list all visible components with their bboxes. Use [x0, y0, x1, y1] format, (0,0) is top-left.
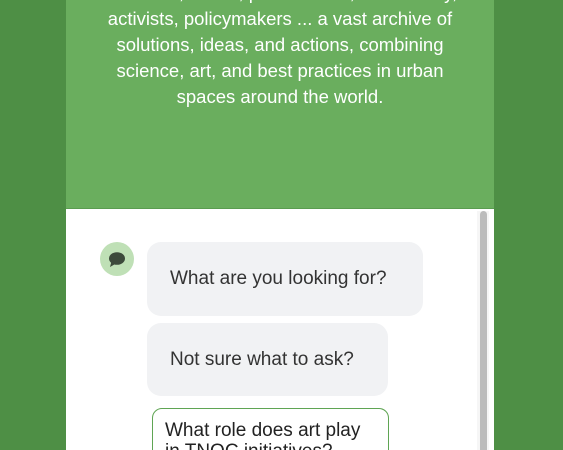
suggestion-button[interactable]: What role does art play in TNOC initiati…	[152, 408, 389, 450]
intro-text: scientists, artists, practitioners, civi…	[103, 0, 457, 107]
bot-message: What are you looking for?	[147, 242, 423, 316]
speech-bubble-icon	[109, 251, 125, 267]
scrollbar-thumb[interactable]	[480, 211, 487, 450]
bot-message: Not sure what to ask?	[147, 323, 388, 396]
scrollbar[interactable]	[477, 211, 489, 450]
chat-area: What are you looking for? Not sure what …	[66, 209, 494, 450]
intro-banner: scientists, artists, practitioners, civi…	[66, 0, 494, 209]
chat-widget: scientists, artists, practitioners, civi…	[66, 0, 494, 450]
bot-avatar	[100, 242, 134, 276]
